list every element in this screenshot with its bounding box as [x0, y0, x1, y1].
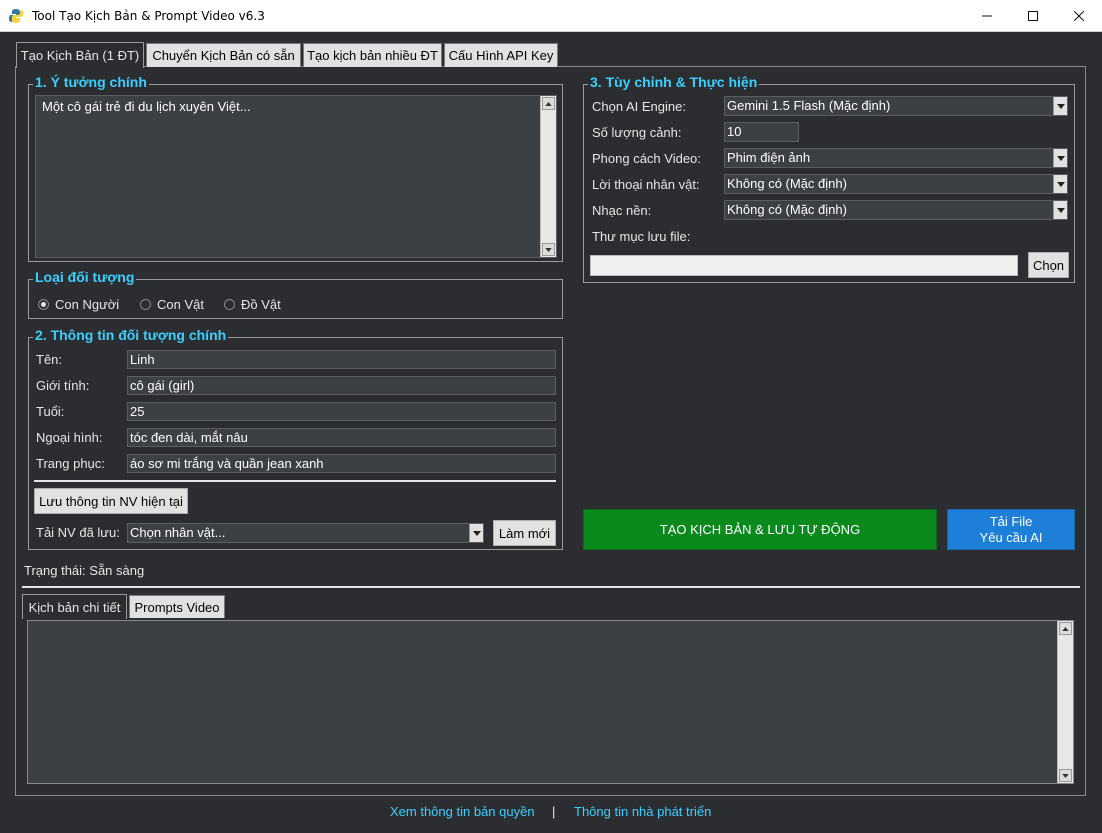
- dialogue-dropdown[interactable]: Không có (Mặc định): [724, 174, 1068, 194]
- save-character-button[interactable]: Lưu thông tin NV hiện tại: [34, 488, 188, 514]
- output-textarea[interactable]: [27, 620, 1074, 784]
- copyright-link[interactable]: Xem thông tin bản quyền: [390, 804, 535, 819]
- footer-separator: |: [552, 804, 556, 819]
- scroll-up-button[interactable]: [1059, 622, 1072, 635]
- music-value: Không có (Mặc định): [727, 202, 847, 217]
- radio-unselected-icon: [140, 299, 151, 310]
- chevron-down-icon: [472, 530, 481, 536]
- music-label: Nhạc nền:: [592, 203, 652, 218]
- dropdown-button[interactable]: [469, 524, 483, 542]
- tab-single-subject[interactable]: Tạo Kịch Bản (1 ĐT): [16, 42, 144, 68]
- subject-legend: 2. Thông tin đối tượng chính: [33, 327, 229, 343]
- name-field[interactable]: Linh: [127, 350, 556, 369]
- folder-path-field[interactable]: [590, 255, 1018, 276]
- download-line1: Tải File: [989, 513, 1033, 529]
- radio-selected-icon: [38, 299, 49, 310]
- radio-animal-label: Con Vật: [157, 297, 204, 312]
- idea-textarea[interactable]: Một cô gái trẻ đi du lịch xuyên Việt...: [35, 95, 557, 258]
- radio-human-label: Con Người: [55, 297, 120, 312]
- radio-unselected-icon: [224, 299, 235, 310]
- maximize-icon: [1028, 11, 1038, 21]
- object-type-group: Loại đối tượng Con Người Con Vật Đồ Vật: [28, 269, 563, 319]
- music-dropdown[interactable]: Không có (Mặc định): [724, 200, 1068, 220]
- gender-label: Giới tính:: [36, 378, 90, 393]
- minimize-button[interactable]: [964, 0, 1010, 32]
- gender-field[interactable]: cô gái (girl): [127, 376, 556, 395]
- appearance-field[interactable]: tóc đen dài, mắt nâu: [127, 428, 556, 447]
- video-style-value: Phim điện ảnh: [727, 150, 811, 165]
- download-ai-request-button[interactable]: Tải File Yêu cầu AI: [947, 509, 1075, 550]
- scroll-down-button[interactable]: [1059, 769, 1072, 782]
- radio-object-label: Đồ Vật: [241, 297, 281, 312]
- triangle-up-icon: [1062, 626, 1069, 631]
- folder-label: Thư mục lưu file:: [592, 229, 691, 244]
- output-scrollbar[interactable]: [1057, 621, 1073, 783]
- scene-count-label: Số lượng cảnh:: [592, 125, 682, 140]
- appearance-label: Ngoại hình:: [36, 430, 103, 445]
- chevron-down-icon: [1056, 155, 1065, 161]
- generate-script-button[interactable]: TẠO KỊCH BẢN & LƯU TỰ ĐỘNG: [583, 509, 937, 550]
- chevron-down-icon: [1056, 103, 1065, 109]
- video-style-dropdown[interactable]: Phim điện ảnh: [724, 148, 1068, 168]
- scroll-up-button[interactable]: [542, 97, 555, 110]
- video-style-label: Phong cách Video:: [592, 151, 701, 166]
- chevron-down-icon: [1056, 181, 1065, 187]
- age-field[interactable]: 25: [127, 402, 556, 421]
- outfit-field[interactable]: áo sơ mi trắng và quần jean xanh: [127, 454, 556, 473]
- dropdown-button[interactable]: [1053, 97, 1067, 115]
- scene-count-spinbox[interactable]: 10: [724, 122, 799, 142]
- ai-engine-label: Chọn AI Engine:: [592, 99, 686, 114]
- subject-separator: [34, 480, 556, 482]
- radio-object[interactable]: Đồ Vật: [224, 297, 281, 312]
- settings-legend: 3. Tùy chỉnh & Thực hiện: [588, 74, 760, 90]
- radio-human[interactable]: Con Người: [38, 297, 119, 312]
- idea-legend: 1. Ý tưởng chính: [33, 74, 149, 90]
- dialogue-label: Lời thoại nhân vật:: [592, 177, 700, 192]
- outfit-label: Trang phục:: [36, 456, 105, 471]
- load-character-dropdown[interactable]: Chọn nhân vật...: [127, 523, 484, 543]
- tab-video-prompts[interactable]: Prompts Video: [129, 595, 225, 618]
- python-app-icon: [9, 9, 23, 23]
- window-title: Tool Tạo Kịch Bản & Prompt Video v6.3: [32, 9, 265, 23]
- tab-api-config[interactable]: Cấu Hình API Key: [444, 43, 558, 67]
- tab-script-detail[interactable]: Kịch bản chi tiết: [22, 594, 127, 619]
- close-button[interactable]: [1056, 0, 1102, 32]
- title-bar: Tool Tạo Kịch Bản & Prompt Video v6.3: [0, 0, 1102, 32]
- ai-engine-value: Gemini 1.5 Flash (Mặc định): [727, 98, 891, 113]
- dialogue-value: Không có (Mặc định): [727, 176, 847, 191]
- triangle-up-icon: [545, 101, 552, 106]
- radio-animal[interactable]: Con Vật: [140, 297, 204, 312]
- status-text: Trạng thái: Sẵn sàng: [24, 563, 145, 578]
- idea-scrollbar[interactable]: [540, 96, 556, 257]
- download-line2: Yêu cầu AI: [979, 529, 1043, 545]
- close-icon: [1074, 11, 1084, 21]
- ai-engine-dropdown[interactable]: Gemini 1.5 Flash (Mặc định): [724, 96, 1068, 116]
- developer-link[interactable]: Thông tin nhà phát triển: [574, 804, 711, 819]
- refresh-button[interactable]: Làm mới: [493, 520, 556, 546]
- choose-folder-button[interactable]: Chọn: [1028, 252, 1069, 278]
- triangle-down-icon: [1062, 773, 1069, 778]
- name-label: Tên:: [36, 352, 63, 367]
- dropdown-button[interactable]: [1053, 149, 1067, 167]
- status-separator: [22, 586, 1080, 588]
- idea-group: 1. Ý tưởng chính Một cô gái trẻ đi du lị…: [28, 74, 563, 262]
- triangle-down-icon: [545, 247, 552, 252]
- dropdown-button[interactable]: [1053, 201, 1067, 219]
- load-character-value: Chọn nhân vật...: [130, 525, 226, 540]
- tab-convert-script[interactable]: Chuyển Kịch Bản có sẵn: [146, 43, 301, 67]
- maximize-button[interactable]: [1010, 0, 1056, 32]
- object-type-legend: Loại đối tượng: [33, 269, 137, 285]
- minimize-icon: [982, 15, 992, 17]
- age-label: Tuổi:: [36, 404, 65, 419]
- tab-multi-subject[interactable]: Tạo kịch bản nhiều ĐT: [303, 43, 442, 67]
- chevron-down-icon: [1056, 207, 1065, 213]
- scroll-down-button[interactable]: [542, 243, 555, 256]
- idea-text: Một cô gái trẻ đi du lịch xuyên Việt...: [42, 99, 251, 114]
- load-character-label: Tải NV đã lưu:: [36, 525, 120, 540]
- dropdown-button[interactable]: [1053, 175, 1067, 193]
